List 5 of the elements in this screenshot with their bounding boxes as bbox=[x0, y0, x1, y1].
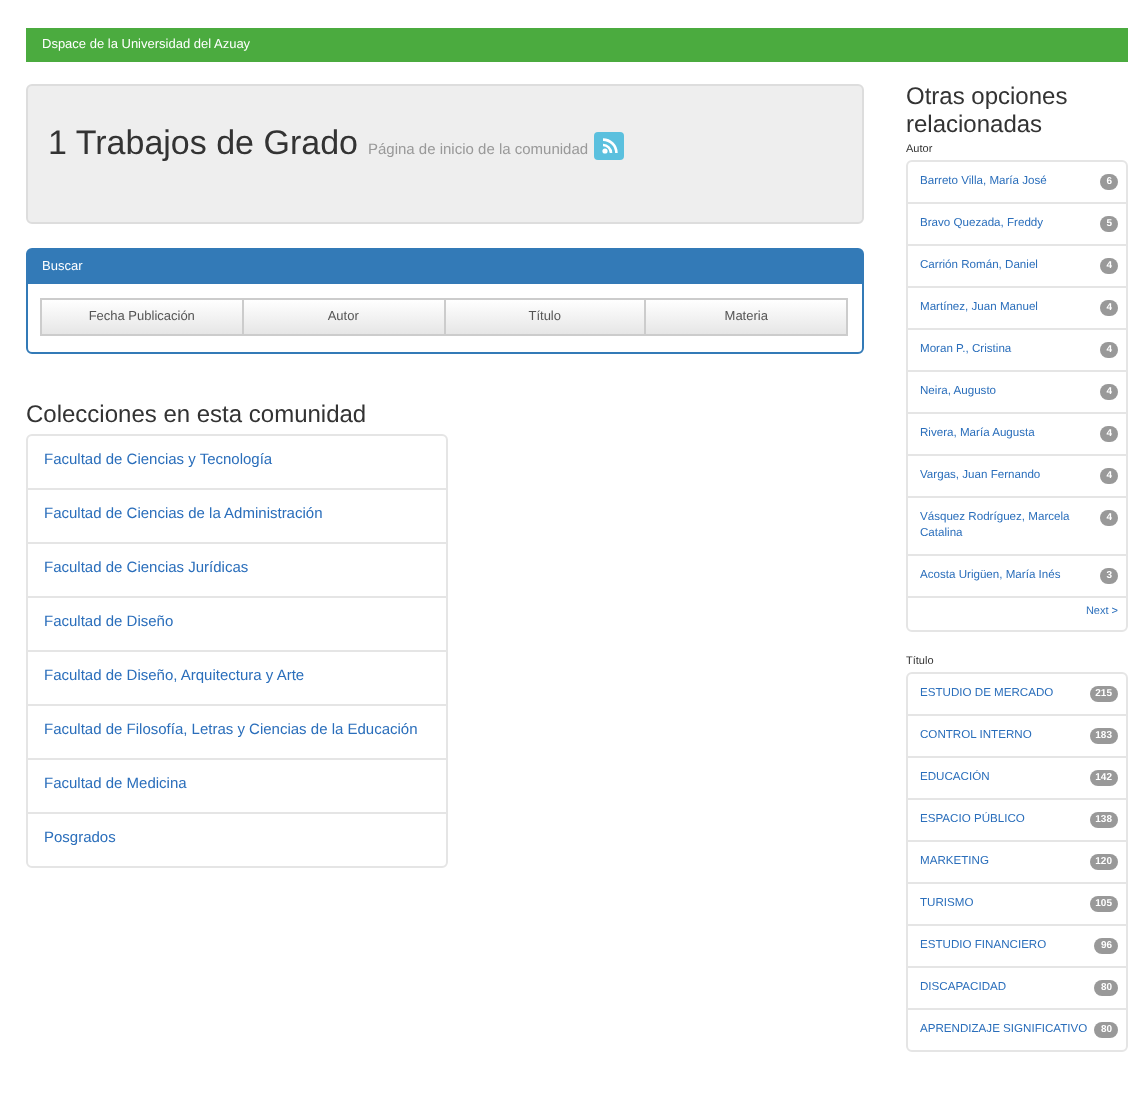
sidebar-title: Otras opciones relacionadas bbox=[906, 82, 1070, 138]
rss-button[interactable] bbox=[594, 131, 625, 160]
section-title: Colecciones en esta comunidad bbox=[26, 400, 369, 428]
rss-icon bbox=[601, 137, 618, 154]
page-title: 1 Trabajos de Grado bbox=[48, 124, 358, 162]
